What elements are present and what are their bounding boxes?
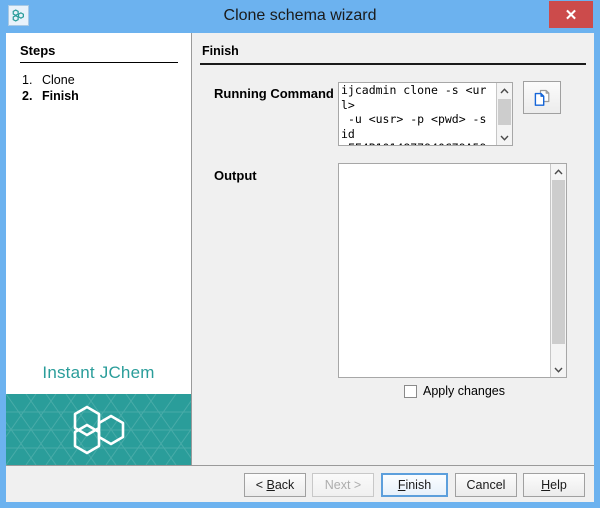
running-command-scrollbar[interactable]: [496, 83, 512, 145]
scroll-down-icon[interactable]: [497, 130, 512, 145]
step-label: Finish: [42, 89, 79, 103]
title-bar: Clone schema wizard ✕: [0, 0, 600, 32]
step-item-finish[interactable]: 2.Finish: [22, 89, 79, 103]
running-command-field[interactable]: ijcadmin clone -s <url> -u <usr> -p <pwd…: [338, 82, 513, 146]
scroll-thumb[interactable]: [552, 180, 565, 344]
apply-changes-checkbox[interactable]: [404, 385, 417, 398]
copy-pages-icon: [532, 88, 552, 108]
scroll-thumb[interactable]: [498, 99, 511, 125]
wizard-client-area: Steps 1.Clone 2.Finish Instant JChem: [6, 33, 594, 502]
step-number: 2.: [22, 89, 42, 103]
steps-heading-divider: [20, 62, 178, 63]
page-title-divider: [200, 63, 586, 65]
scroll-up-icon[interactable]: [497, 83, 512, 98]
next-button: Next >: [312, 473, 374, 497]
output-field[interactable]: [338, 163, 567, 378]
help-button[interactable]: Help: [523, 473, 585, 497]
scroll-down-icon[interactable]: [551, 362, 566, 377]
copy-command-button[interactable]: [523, 81, 561, 114]
cancel-button[interactable]: Cancel: [455, 473, 517, 497]
step-label: Clone: [42, 73, 75, 87]
apply-changes-row[interactable]: Apply changes: [404, 384, 505, 398]
step-item-clone[interactable]: 1.Clone: [22, 73, 75, 87]
close-icon[interactable]: ✕: [549, 1, 593, 28]
brand-banner: [6, 394, 191, 465]
output-scrollbar[interactable]: [550, 164, 566, 377]
wizard-button-bar: < Back Next > Finish Cancel Help: [6, 466, 594, 502]
running-command-value: ijcadmin clone -s <url> -u <usr> -p <pwd…: [341, 83, 493, 146]
next-button-label: Next >: [325, 478, 361, 492]
running-command-label: Running Command: [214, 86, 334, 101]
jchem-hexagon-logo: [71, 404, 127, 456]
back-button[interactable]: < Back: [244, 473, 306, 497]
finish-button[interactable]: Finish: [381, 473, 448, 497]
brand-wordmark: Instant JChem: [6, 363, 191, 383]
finish-step-panel: Finish Running Command ijcadmin clone -s…: [192, 33, 594, 465]
window-title: Clone schema wizard: [0, 0, 600, 32]
scroll-up-icon[interactable]: [551, 164, 566, 179]
output-label: Output: [214, 168, 257, 183]
steps-panel: Steps 1.Clone 2.Finish Instant JChem: [6, 33, 192, 465]
page-title: Finish: [202, 44, 239, 58]
cancel-button-label: Cancel: [467, 478, 506, 492]
step-number: 1.: [22, 73, 42, 87]
clone-schema-wizard-window: Clone schema wizard ✕ Steps 1.Clone 2.Fi…: [0, 0, 600, 508]
apply-changes-label: Apply changes: [423, 384, 505, 398]
steps-heading: Steps: [20, 43, 55, 58]
